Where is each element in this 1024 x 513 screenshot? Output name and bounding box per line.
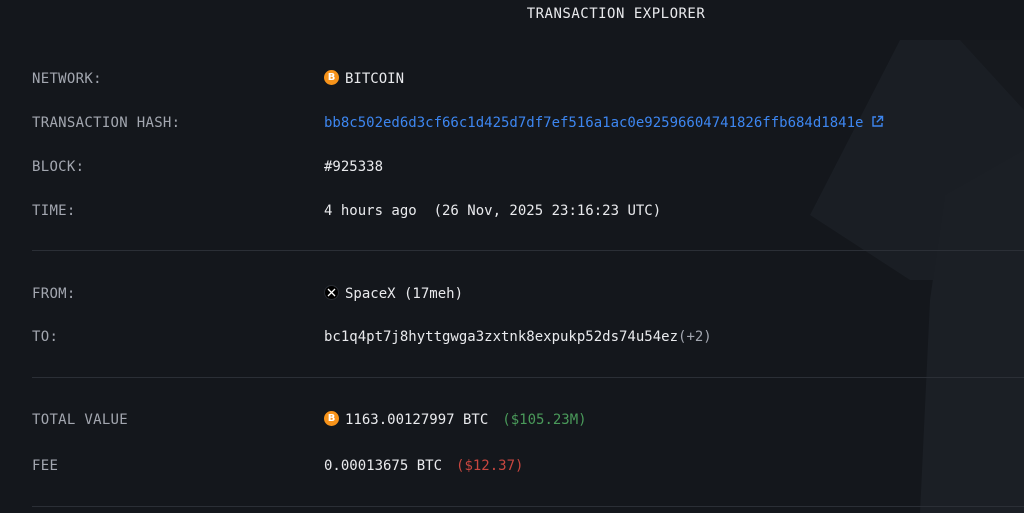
to-value: bc1q4pt7j8hyttgwga3zxtnk8expukp52ds74u54… — [324, 325, 712, 349]
time-label: TIME: — [32, 203, 76, 219]
to-label: TO: — [32, 329, 59, 345]
from-row: FROM: SpaceX (17meh) — [32, 282, 1012, 306]
network-row: NETWORK: BITCOIN — [32, 67, 1012, 91]
transaction-hash-label: TRANSACTION HASH: — [32, 115, 181, 131]
from-label: FROM: — [32, 286, 76, 302]
bitcoin-icon — [324, 70, 339, 85]
transaction-explorer-panel: TRANSACTION EXPLORER NETWORK: BITCOIN TR… — [0, 0, 1024, 513]
x-logo-icon — [324, 285, 339, 300]
fee-value: 0.00013675 BTC ($12.37) — [324, 454, 523, 478]
section-divider — [32, 506, 1024, 507]
time-absolute: (26 Nov, 2025 23:16:23 UTC) — [433, 203, 662, 219]
total-value-label: TOTAL VALUE — [32, 412, 129, 428]
fee-row: FEE 0.00013675 BTC ($12.37) — [32, 454, 1012, 478]
time-relative: 4 hours ago — [324, 203, 417, 219]
to-address-link[interactable]: bc1q4pt7j8hyttgwga3zxtnk8expukp52ds74u54… — [324, 329, 678, 345]
time-value: 4 hours ago (26 Nov, 2025 23:16:23 UTC) — [324, 199, 661, 223]
network-label: NETWORK: — [32, 71, 102, 87]
fee-amount: 0.00013675 BTC — [324, 458, 443, 474]
total-value-amount: 1163.00127997 BTC — [345, 412, 489, 428]
network-value: BITCOIN — [324, 67, 404, 91]
section-divider — [32, 377, 1024, 378]
fee-usd: ($12.37) — [456, 458, 524, 474]
transaction-hash-link[interactable]: bb8c502ed6d3cf66c1d425d7df7ef516a1ac0e92… — [324, 115, 863, 131]
page-title: TRANSACTION EXPLORER — [526, 6, 706, 22]
transaction-hash-row: TRANSACTION HASH: bb8c502ed6d3cf66c1d425… — [32, 111, 1012, 135]
block-value: #925338 — [324, 159, 384, 175]
total-value-value: 1163.00127997 BTC ($105.23M) — [324, 408, 587, 432]
external-link-icon[interactable] — [871, 112, 884, 136]
section-divider — [32, 250, 1024, 251]
from-entity-link[interactable]: SpaceX (17meh) — [345, 286, 463, 302]
time-row: TIME: 4 hours ago (26 Nov, 2025 23:16:23… — [32, 199, 1012, 223]
fee-label: FEE — [32, 458, 59, 474]
network-name: BITCOIN — [345, 71, 405, 87]
to-extra-count[interactable]: (+2) — [678, 329, 712, 345]
total-value-usd: ($105.23M) — [502, 412, 587, 428]
bitcoin-icon — [324, 411, 339, 426]
block-row: BLOCK: #925338 — [32, 155, 1012, 179]
transaction-hash-value: bb8c502ed6d3cf66c1d425d7df7ef516a1ac0e92… — [324, 111, 884, 136]
from-value: SpaceX (17meh) — [324, 282, 463, 306]
total-value-row: TOTAL VALUE 1163.00127997 BTC ($105.23M) — [32, 408, 1012, 432]
to-row: TO: bc1q4pt7j8hyttgwga3zxtnk8expukp52ds7… — [32, 325, 1012, 349]
block-label: BLOCK: — [32, 159, 85, 175]
